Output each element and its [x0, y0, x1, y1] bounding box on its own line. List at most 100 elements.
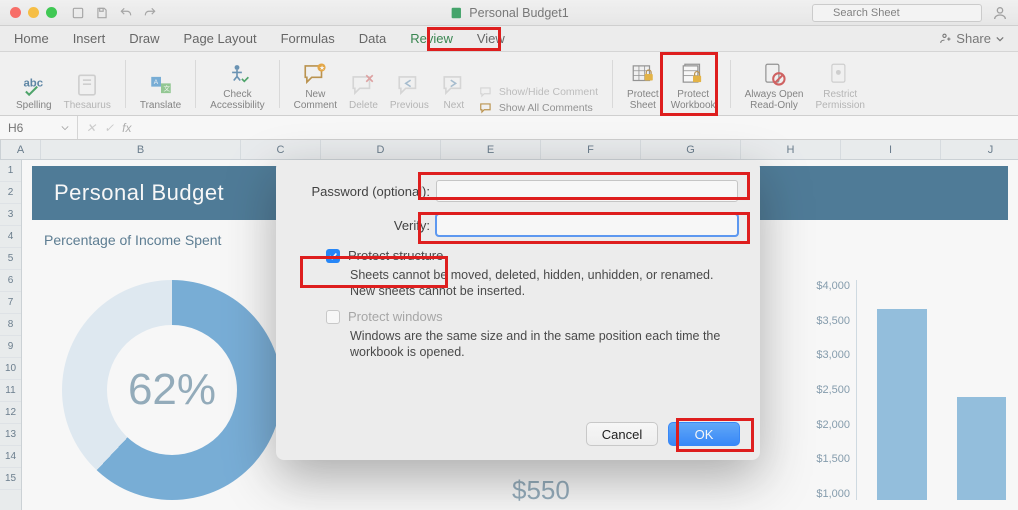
ok-button[interactable]: OK — [668, 422, 740, 446]
row-8[interactable]: 8 — [0, 314, 21, 336]
protect-sheet-button[interactable]: Protect Sheet — [621, 58, 665, 115]
col-H[interactable]: H — [741, 140, 841, 159]
row-12[interactable]: 12 — [0, 402, 21, 424]
fx-label[interactable]: fx — [122, 121, 131, 135]
row-11[interactable]: 11 — [0, 380, 21, 402]
protect-structure-checkbox-row[interactable]: Protect structure — [326, 248, 738, 263]
bar-chart: $4,000 $3,500 $3,000 $2,500 $2,000 $1,50… — [806, 280, 1006, 500]
row-headers: 1 2 3 4 5 6 7 8 9 10 11 12 13 14 15 — [0, 160, 22, 510]
row-4[interactable]: 4 — [0, 226, 21, 248]
check-accessibility-label: Check Accessibility — [210, 89, 264, 111]
ylabel: $3,000 — [806, 349, 854, 361]
row-9[interactable]: 9 — [0, 336, 21, 358]
showhide-label: Show/Hide Comment — [499, 86, 598, 98]
row-14[interactable]: 14 — [0, 446, 21, 468]
tab-data[interactable]: Data — [359, 31, 386, 46]
undo-icon[interactable] — [119, 6, 133, 20]
col-D[interactable]: D — [321, 140, 441, 159]
share-icon — [938, 32, 951, 45]
password-label: Password (optional): — [298, 184, 436, 199]
ylabel: $3,500 — [806, 315, 854, 327]
row-7[interactable]: 7 — [0, 292, 21, 314]
protect-workbook-icon — [680, 61, 706, 87]
tab-insert[interactable]: Insert — [73, 31, 106, 46]
restrict-permission-button[interactable]: Restrict Permission — [809, 58, 870, 115]
protect-sheet-label: Protect Sheet — [627, 89, 659, 111]
tab-draw[interactable]: Draw — [129, 31, 159, 46]
showall-label: Show All Comments — [499, 102, 593, 114]
col-C[interactable]: C — [241, 140, 321, 159]
row-13[interactable]: 13 — [0, 424, 21, 446]
autosave-icon[interactable] — [71, 6, 85, 20]
row-3[interactable]: 3 — [0, 204, 21, 226]
previous-comment-button[interactable]: Previous — [384, 69, 435, 115]
svg-text:★: ★ — [319, 64, 325, 72]
row-6[interactable]: 6 — [0, 270, 21, 292]
col-F[interactable]: F — [541, 140, 641, 159]
previous-icon — [396, 72, 422, 98]
translate-button[interactable]: A文 Translate — [134, 69, 187, 115]
delete-comment-button[interactable]: Delete — [343, 69, 384, 115]
comment-icon — [479, 85, 493, 99]
close-window-button[interactable] — [10, 7, 21, 18]
menu-tabs: Home Insert Draw Page Layout Formulas Da… — [0, 26, 1018, 52]
row-5[interactable]: 5 — [0, 248, 21, 270]
window-titlebar: Personal Budget1 — [0, 0, 1018, 26]
redo-icon[interactable] — [143, 6, 157, 20]
figure-amount: $550 — [512, 475, 570, 506]
bar-1 — [877, 309, 927, 500]
always-open-readonly-button[interactable]: Always Open Read-Only — [739, 58, 810, 115]
new-comment-label: New Comment — [294, 89, 337, 111]
spelling-button[interactable]: abc Spelling — [10, 69, 58, 115]
row-15[interactable]: 15 — [0, 468, 21, 490]
chevron-down-icon — [996, 35, 1004, 43]
col-J[interactable]: J — [941, 140, 1018, 159]
svg-text:文: 文 — [163, 84, 170, 93]
translate-icon: A文 — [148, 72, 174, 98]
tab-view[interactable]: View — [477, 31, 505, 46]
restrict-label: Restrict Permission — [815, 89, 864, 111]
ylabel: $2,500 — [806, 384, 854, 396]
readonly-icon — [761, 61, 787, 87]
tab-page-layout[interactable]: Page Layout — [184, 31, 257, 46]
row-1[interactable]: 1 — [0, 160, 21, 182]
donut-percentage: 62% — [107, 325, 237, 455]
row-2[interactable]: 2 — [0, 182, 21, 204]
verify-input[interactable] — [436, 214, 738, 236]
minimize-window-button[interactable] — [28, 7, 39, 18]
quick-access-toolbar — [71, 6, 157, 20]
verify-label: Verify: — [298, 218, 436, 233]
comments-all-icon — [479, 101, 493, 115]
share-label: Share — [956, 31, 991, 46]
show-all-comments-button[interactable]: Show All Comments — [479, 101, 598, 115]
row-10[interactable]: 10 — [0, 358, 21, 380]
bar-2 — [957, 397, 1007, 500]
col-G[interactable]: G — [641, 140, 741, 159]
protect-workbook-button[interactable]: Protect Workbook — [665, 58, 722, 115]
save-icon[interactable] — [95, 6, 109, 20]
password-input[interactable] — [436, 180, 738, 202]
next-comment-button[interactable]: Next — [435, 69, 473, 115]
check-accessibility-button[interactable]: Check Accessibility — [204, 58, 270, 115]
thesaurus-button[interactable]: Thesaurus — [58, 69, 117, 115]
protect-workbook-dialog: Password (optional): Verify: Protect str… — [276, 160, 760, 460]
chevron-down-icon — [61, 124, 69, 132]
tab-formulas[interactable]: Formulas — [281, 31, 335, 46]
col-A[interactable]: A — [1, 140, 41, 159]
protect-windows-checkbox — [326, 310, 340, 324]
new-comment-button[interactable]: ★ New Comment — [288, 58, 343, 115]
protect-structure-checkbox[interactable] — [326, 249, 340, 263]
tab-review[interactable]: Review — [410, 31, 453, 46]
user-account-icon[interactable] — [992, 5, 1008, 21]
cancel-button[interactable]: Cancel — [586, 422, 658, 446]
col-I[interactable]: I — [841, 140, 941, 159]
maximize-window-button[interactable] — [46, 7, 57, 18]
tab-home[interactable]: Home — [14, 31, 49, 46]
col-E[interactable]: E — [441, 140, 541, 159]
spelling-icon: abc — [21, 72, 47, 98]
col-B[interactable]: B — [41, 140, 241, 159]
search-sheet-input[interactable] — [812, 4, 982, 22]
name-box[interactable]: H6 — [0, 116, 78, 139]
share-button[interactable]: Share — [938, 31, 1004, 46]
showhide-comment-button[interactable]: Show/Hide Comment — [479, 85, 598, 99]
